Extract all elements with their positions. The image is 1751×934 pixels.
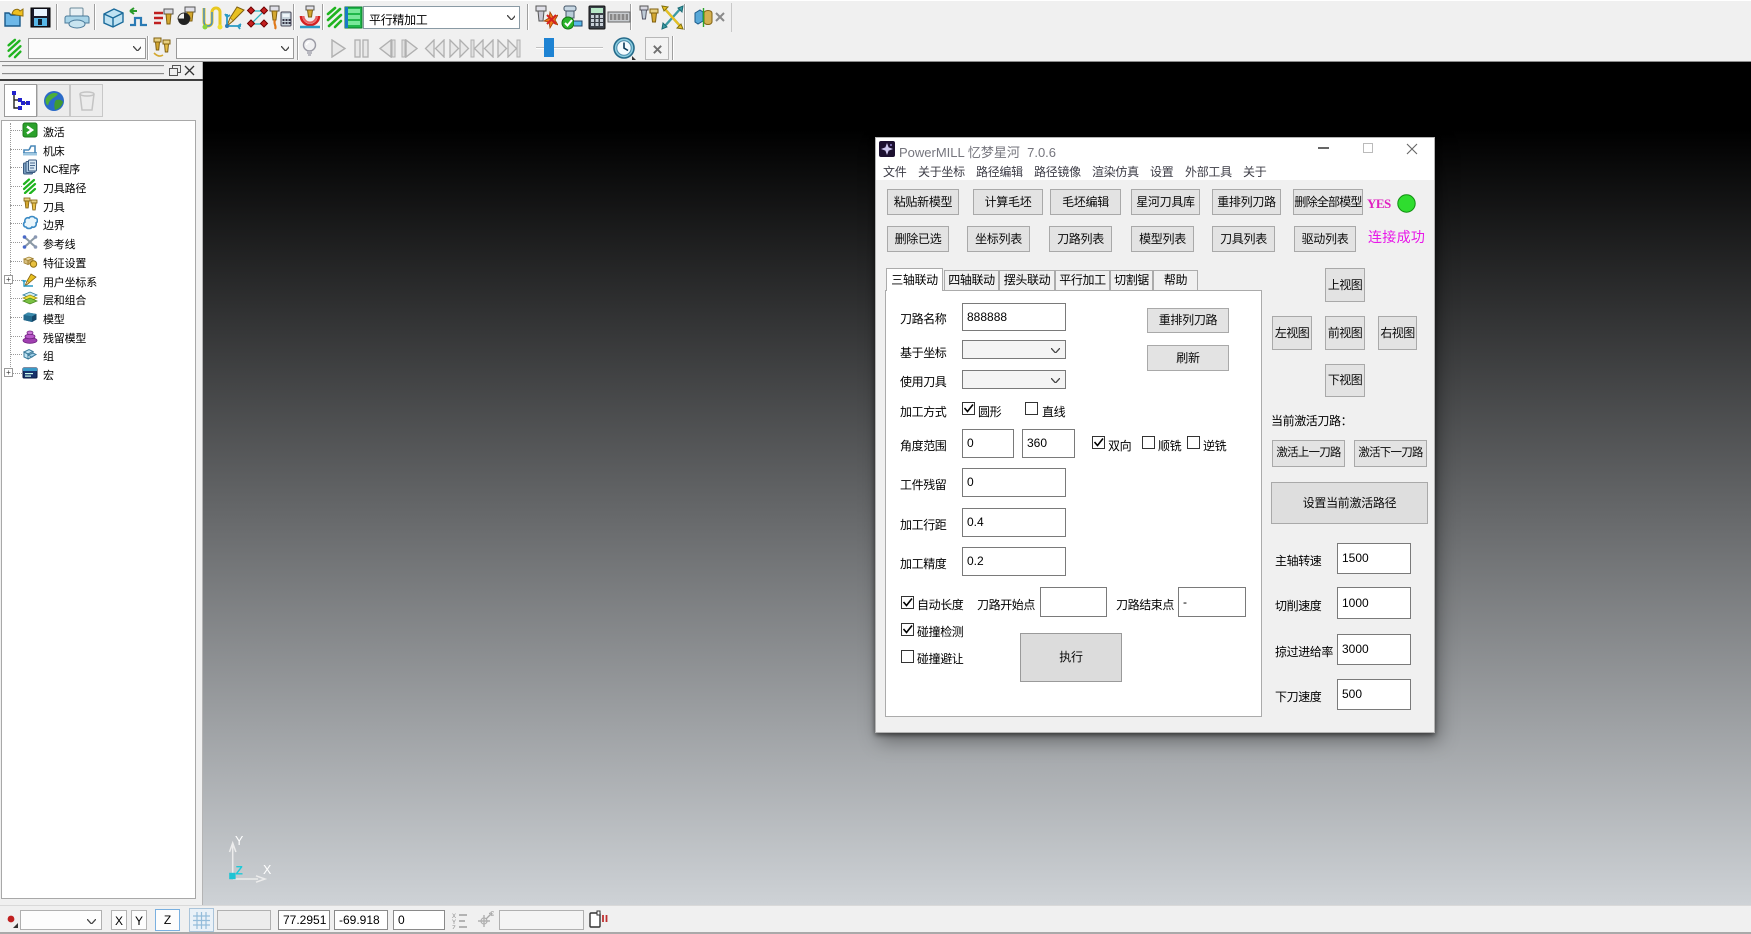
svg-text:Z: Z [452, 926, 456, 929]
svg-text:Y: Y [235, 834, 244, 848]
svg-text:Z: Z [236, 864, 243, 878]
svg-text:X: X [263, 863, 272, 877]
